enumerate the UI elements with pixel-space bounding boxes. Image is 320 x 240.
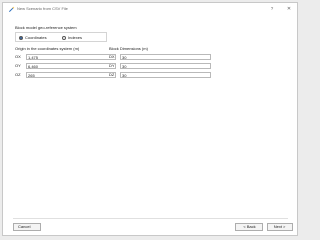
- back-button-label: Back: [246, 224, 256, 229]
- radio-indexes-indicator[interactable]: [62, 35, 66, 40]
- radio-indexes[interactable]: Indexes: [62, 35, 82, 40]
- close-button[interactable]: ✕: [285, 5, 293, 13]
- help-button[interactable]: ?: [268, 5, 276, 13]
- dy-input[interactable]: 30: [120, 63, 211, 69]
- radio-coordinates-label: Coordinates: [25, 35, 47, 40]
- dz-label: DZ: [109, 72, 115, 77]
- cancel-button-label: Cancel: [18, 224, 31, 229]
- next-arrow-icon: >: [282, 224, 286, 229]
- dialog-title: New Scenario from CSV File: [17, 6, 68, 11]
- ox-row: OX 1,475: [15, 54, 116, 60]
- oy-input[interactable]: 6,460: [26, 63, 116, 69]
- dimensions-label: Block Dimensions (m): [109, 46, 148, 51]
- oz-label: OZ: [15, 72, 21, 77]
- georef-radio-group: Coordinates Indexes: [15, 32, 107, 42]
- origin-label: Origin in the coordinates system (m): [15, 46, 80, 51]
- oz-input[interactable]: 265: [26, 72, 116, 78]
- next-button[interactable]: Next >: [267, 223, 293, 231]
- ox-input[interactable]: 1,475: [26, 54, 116, 60]
- dy-label: DY: [109, 63, 115, 68]
- oy-row: OY 6,460: [15, 63, 116, 69]
- oz-row: OZ 265: [15, 72, 116, 78]
- wizard-dialog: New Scenario from CSV File ? ✕ Block mod…: [2, 2, 298, 236]
- radio-coordinates[interactable]: Coordinates: [19, 35, 47, 40]
- radio-indexes-label: Indexes: [68, 35, 83, 40]
- next-button-label: Next: [273, 224, 282, 229]
- dy-row: DY 30: [109, 63, 211, 69]
- cancel-button[interactable]: Cancel: [13, 223, 41, 231]
- dx-label: DX: [109, 54, 115, 59]
- georef-label: Block model geo-reference system: [15, 25, 77, 30]
- back-arrow-icon: <: [243, 224, 246, 229]
- ox-label: OX: [15, 54, 21, 59]
- dz-input[interactable]: 30: [120, 72, 211, 78]
- radio-coordinates-indicator[interactable]: [19, 35, 23, 40]
- dx-input[interactable]: 30: [120, 54, 211, 60]
- dx-row: DX 30: [109, 54, 211, 60]
- wand-icon: [9, 6, 15, 12]
- back-button[interactable]: < Back: [235, 223, 263, 231]
- title-bar: New Scenario from CSV File ? ✕: [3, 3, 297, 15]
- oy-label: OY: [15, 63, 21, 68]
- dz-row: DZ 30: [109, 72, 211, 78]
- footer-divider: [13, 218, 288, 219]
